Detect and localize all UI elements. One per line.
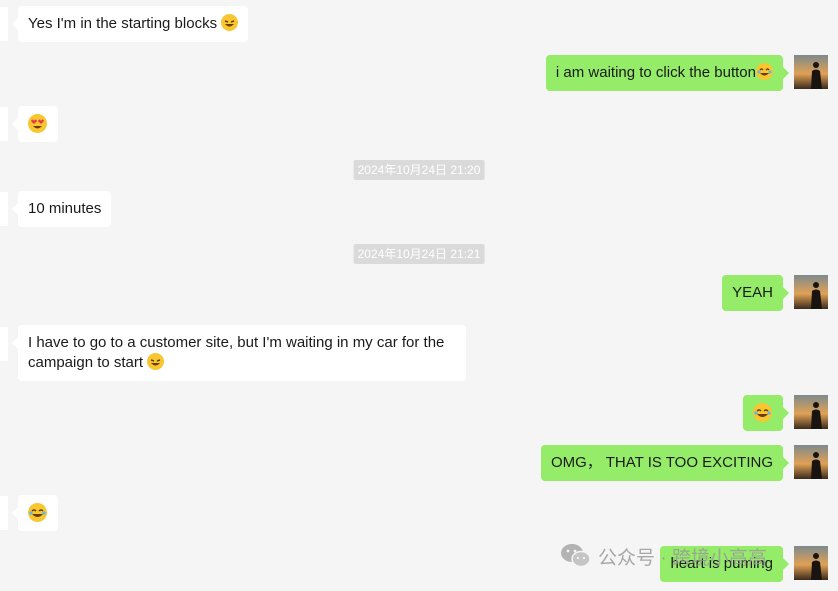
contact-avatar[interactable] [0, 327, 8, 361]
contact-avatar[interactable] [0, 7, 8, 41]
joy-emoji-icon [753, 403, 772, 422]
rofl-emoji-icon [221, 14, 239, 31]
message-row [0, 495, 838, 531]
message-bubble[interactable]: I have to go to a customer site, but I'm… [12, 325, 466, 381]
timestamp: 2024年10月24日 21:21 [353, 244, 485, 264]
message-text: YEAH [732, 284, 773, 301]
message-text-line: I have to go to a customer site, but I'm… [28, 334, 445, 351]
message-row [0, 106, 838, 142]
message-bubble[interactable]: Yes I'm in the starting blocks [11, 6, 249, 42]
contact-avatar[interactable] [0, 192, 8, 226]
message-row [0, 395, 838, 431]
message-bubble[interactable] [743, 395, 789, 431]
message-row: i am waiting to click the button [0, 55, 838, 91]
message-text-line: campaign to start [28, 353, 456, 373]
watermark: 公众号 · 跨境小高高 [560, 543, 767, 569]
message-text: Yes I'm in the starting blocks [28, 15, 218, 32]
message-row: YEAH [0, 275, 838, 311]
user-avatar[interactable] [794, 55, 828, 89]
message-text: i am waiting to click the button [555, 64, 756, 81]
wechat-icon [561, 544, 591, 568]
message-row: I have to go to a customer site, but I'm… [0, 325, 838, 381]
joy-emoji-icon [28, 503, 47, 522]
message-row: 10 minutes [0, 191, 838, 227]
heart-eyes-emoji-icon [28, 114, 47, 133]
message-bubble[interactable] [12, 495, 58, 531]
contact-avatar[interactable] [0, 496, 8, 530]
message-text: campaign to start [28, 354, 144, 371]
joy-emoji-icon [756, 63, 773, 80]
message-row: OMG， THAT IS TOO EXCITING [0, 445, 838, 481]
user-avatar[interactable] [794, 445, 828, 479]
user-avatar[interactable] [794, 275, 828, 309]
message-bubble[interactable]: i am waiting to click the button [545, 55, 790, 91]
contact-avatar[interactable] [0, 107, 8, 141]
user-avatar[interactable] [794, 546, 828, 580]
message-text: 10 minutes [28, 200, 102, 217]
message-bubble[interactable]: 10 minutes [11, 191, 112, 227]
message-row: Yes I'm in the starting blocks [0, 5, 838, 43]
rofl-emoji-icon [147, 353, 165, 370]
message-bubble[interactable]: OMG， THAT IS TOO EXCITING [541, 445, 789, 481]
message-bubble[interactable] [12, 106, 58, 142]
user-avatar[interactable] [794, 395, 828, 429]
watermark-text: 公众号 · 跨境小高高 [598, 547, 767, 569]
timestamp: 2024年10月24日 21:20 [353, 160, 485, 180]
message-bubble[interactable]: YEAH [722, 275, 789, 311]
message-text: OMG， THAT IS TOO EXCITING [551, 454, 773, 471]
